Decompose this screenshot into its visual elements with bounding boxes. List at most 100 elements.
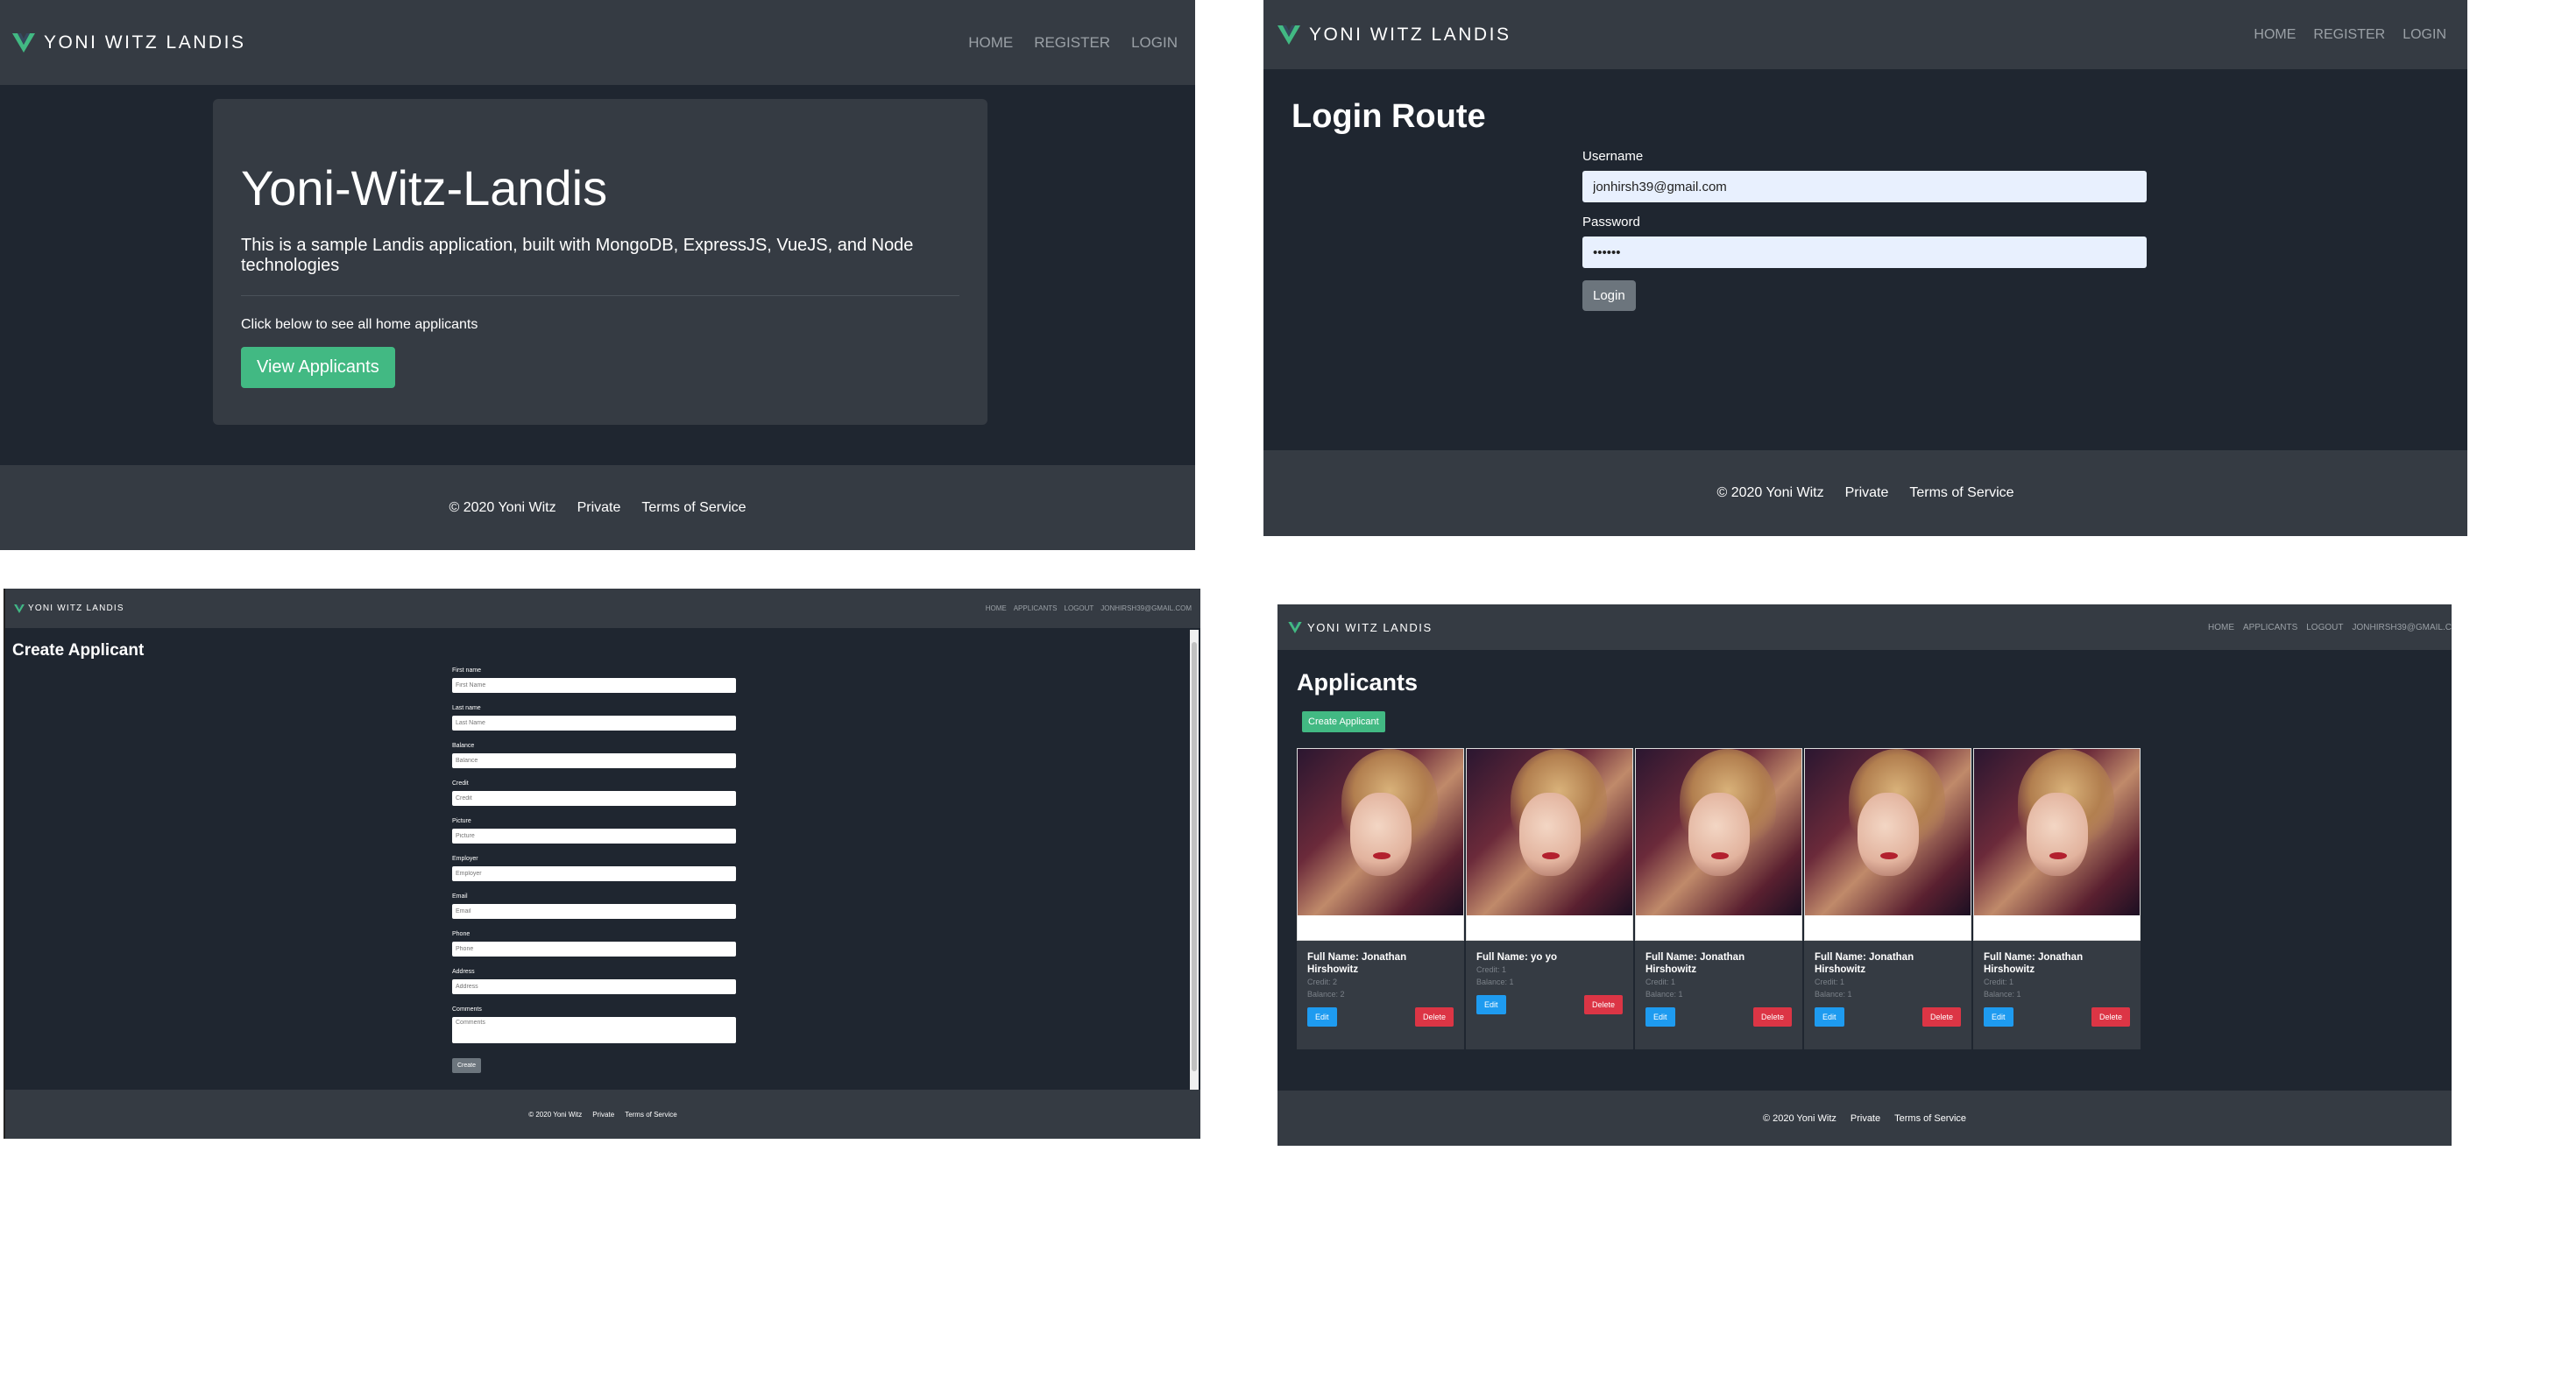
footer: © 2020 Yoni Witz Private Terms of Servic… <box>0 465 1195 550</box>
credit-label: Credit <box>452 780 469 787</box>
nav-logout[interactable]: LOGOUT <box>2306 623 2343 632</box>
nav-login[interactable]: LOGIN <box>1131 34 1178 52</box>
username-label: Username <box>1582 149 1644 164</box>
login-button[interactable]: Login <box>1582 280 1636 311</box>
nav-applicants[interactable]: APPLICANTS <box>1014 604 1058 612</box>
delete-button[interactable]: Delete <box>1752 1007 1792 1027</box>
nav-register[interactable]: REGISTER <box>2313 27 2385 43</box>
create-applicant-button[interactable]: Create Applicant <box>1302 711 1385 732</box>
picture-input[interactable] <box>452 829 736 844</box>
nav-links: HOME REGISTER LOGIN <box>968 34 1178 52</box>
footer-copyright: © 2020 Yoni Witz <box>449 499 556 515</box>
applicant-credit: Credit: 1 <box>1815 978 1845 986</box>
password-label: Password <box>1582 215 1640 229</box>
login-form: Username Password Login <box>1582 149 2147 311</box>
footer-terms-link[interactable]: Terms of Service <box>641 500 746 516</box>
applicant-credit: Credit: 1 <box>1476 965 1507 974</box>
nav-home[interactable]: HOME <box>2208 623 2234 632</box>
applicant-balance: Balance: 1 <box>1645 990 1683 999</box>
footer-private-link[interactable]: Private <box>592 1111 614 1119</box>
credit-input[interactable] <box>452 791 736 806</box>
scrollbar[interactable] <box>1190 630 1199 1090</box>
footer-private-link[interactable]: Private <box>1845 485 1889 501</box>
brand[interactable]: YONI WITZ LANDIS <box>12 32 246 53</box>
delete-button[interactable]: Delete <box>1583 995 1623 1014</box>
applicant-photo <box>1635 748 1802 941</box>
applicant-photo <box>1804 748 1971 941</box>
delete-button[interactable]: Delete <box>1414 1007 1454 1027</box>
applicant-credit: Credit: 2 <box>1307 978 1338 986</box>
nav-user-email[interactable]: JONHIRSH39@GMAIL.C <box>2352 623 2452 632</box>
applicant-cards: Full Name: Jonathan Hirshowitz Credit: 2… <box>1297 748 2141 1049</box>
footer-terms-link[interactable]: Terms of Service <box>1894 1113 1966 1124</box>
login-screenshot: YONI WITZ LANDIS HOME REGISTER LOGIN Log… <box>1263 0 2467 536</box>
nav-logout[interactable]: LOGOUT <box>1065 604 1094 612</box>
footer: © 2020 Yoni Witz Private Terms of Servic… <box>5 1090 1200 1139</box>
brand[interactable]: YONI WITZ LANDIS <box>14 604 124 613</box>
phone-input[interactable] <box>452 942 736 957</box>
nav-applicants[interactable]: APPLICANTS <box>2243 623 2297 632</box>
applicant-balance: Balance: 1 <box>1984 990 2021 999</box>
navbar: YONI WITZ LANDIS HOME REGISTER LOGIN <box>1263 0 2467 69</box>
view-applicants-button[interactable]: View Applicants <box>241 347 395 388</box>
nav-home[interactable]: HOME <box>968 34 1013 52</box>
edit-button[interactable]: Edit <box>1984 1007 2013 1027</box>
brand-name: YONI WITZ LANDIS <box>1309 24 1511 45</box>
footer-copyright: © 2020 Yoni Witz <box>528 1110 583 1119</box>
nav-home[interactable]: HOME <box>2254 27 2296 43</box>
lead-text: This is a sample Landis application, bui… <box>241 236 914 275</box>
nav-home[interactable]: HOME <box>986 604 1007 612</box>
applicant-balance: Balance: 1 <box>1815 990 1852 999</box>
create-button[interactable]: Create <box>452 1058 482 1073</box>
footer-terms-link[interactable]: Terms of Service <box>1909 485 2013 501</box>
nav-links: HOME REGISTER LOGIN <box>2254 27 2446 43</box>
address-input[interactable] <box>452 979 736 994</box>
nav-register[interactable]: REGISTER <box>1034 34 1110 52</box>
address-label: Address <box>452 969 475 975</box>
footer: © 2020 Yoni Witz Private Terms of Servic… <box>1263 450 2467 536</box>
email-input[interactable] <box>452 904 736 919</box>
edit-button[interactable]: Edit <box>1645 1007 1675 1027</box>
footer: © 2020 Yoni Witz Private Terms of Servic… <box>1277 1091 2452 1146</box>
vue-logo-icon <box>14 604 25 613</box>
applicants-screenshot: YONI WITZ LANDIS HOME APPLICANTS LOGOUT … <box>1277 604 2452 1146</box>
applicant-name: Full Name: Jonathan Hirshowitz <box>1645 952 1745 975</box>
applicant-card: Full Name: Jonathan Hirshowitz Credit: 1… <box>1804 748 1971 1049</box>
nav-links: HOME APPLICANTS LOGOUT JONHIRSH39@GMAIL.… <box>986 604 1192 612</box>
comments-textarea[interactable] <box>452 1017 736 1043</box>
divider <box>241 295 959 296</box>
applicant-name: Full Name: Jonathan Hirshowitz <box>1984 952 2084 975</box>
footer-copyright: © 2020 Yoni Witz <box>1716 485 1824 500</box>
brand[interactable]: YONI WITZ LANDIS <box>1288 621 1433 634</box>
footer-private-link[interactable]: Private <box>577 500 621 516</box>
delete-button[interactable]: Delete <box>2091 1007 2130 1027</box>
jumbotron: Yoni-Witz-Landis This is a sample Landis… <box>213 99 987 425</box>
employer-label: Employer <box>452 856 478 862</box>
footer-private-link[interactable]: Private <box>1851 1113 1880 1124</box>
vue-logo-icon <box>1288 621 1302 633</box>
employer-input[interactable] <box>452 866 736 881</box>
username-input[interactable] <box>1582 171 2147 202</box>
home-screenshot: YONI WITZ LANDIS HOME REGISTER LOGIN Yon… <box>0 0 1195 550</box>
edit-button[interactable]: Edit <box>1307 1007 1337 1027</box>
balance-input[interactable] <box>452 753 736 768</box>
first-name-input[interactable] <box>452 678 736 693</box>
nav-login[interactable]: LOGIN <box>2403 27 2446 43</box>
last-name-input[interactable] <box>452 716 736 731</box>
edit-button[interactable]: Edit <box>1476 995 1506 1014</box>
picture-label: Picture <box>452 818 471 824</box>
password-input[interactable] <box>1582 237 2147 268</box>
applicant-photo <box>1973 748 2141 941</box>
delete-button[interactable]: Delete <box>1921 1007 1961 1027</box>
navbar: YONI WITZ LANDIS HOME REGISTER LOGIN <box>0 0 1195 85</box>
phone-label: Phone <box>452 931 471 937</box>
footer-copyright: © 2020 Yoni Witz <box>1762 1112 1836 1124</box>
email-label: Email <box>452 893 468 900</box>
footer-terms-link[interactable]: Terms of Service <box>625 1111 677 1119</box>
scrollbar-thumb[interactable] <box>1192 642 1197 1071</box>
applicant-photo <box>1466 748 1633 941</box>
navbar: YONI WITZ LANDIS HOME APPLICANTS LOGOUT … <box>5 589 1200 628</box>
edit-button[interactable]: Edit <box>1815 1007 1844 1027</box>
nav-user-email[interactable]: JONHIRSH39@GMAIL.COM <box>1100 604 1192 612</box>
brand[interactable]: YONI WITZ LANDIS <box>1277 25 1511 46</box>
